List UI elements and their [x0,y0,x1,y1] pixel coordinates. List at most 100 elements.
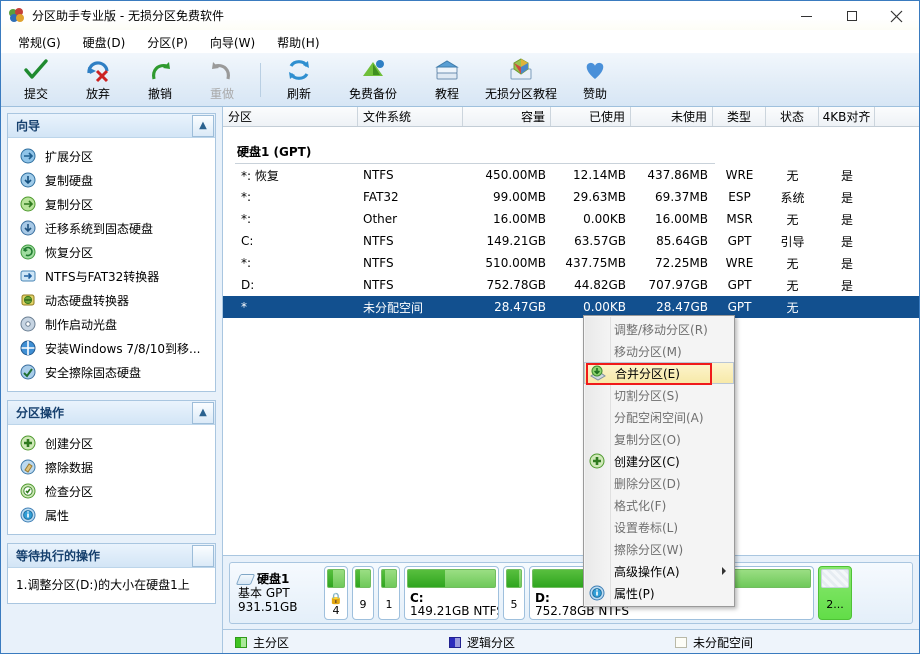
cell-type: WRE [713,168,766,182]
disk-map-partition[interactable]: 9 [352,566,374,620]
context-menu-item[interactable]: 高级操作(A) [584,560,734,582]
partition-row[interactable]: *:NTFS510.00MB437.75MB72.25MBWRE无是 [223,252,919,274]
cell-fs: 未分配空间 [358,299,463,316]
context-menu-item[interactable]: 创建分区(C) [584,450,734,472]
wizard-item-label: 复制分区 [45,196,93,213]
partition-row[interactable]: *:Other16.00MB0.00KB16.00MBMSR无是 [223,208,919,230]
partition-row[interactable]: C:NTFS149.21GB63.57GB85.64GBGPT引导是 [223,230,919,252]
wizard-item[interactable]: 复制硬盘 [8,168,215,192]
partition-usage-bar [355,569,371,588]
menu-help[interactable]: 帮助(H) [266,32,330,53]
title-bar: 分区助手专业版 - 无损分区免费软件 [1,1,919,31]
column-header[interactable]: 未使用 [631,107,713,126]
toolbar-button-backup[interactable]: 免费备份 [330,54,416,106]
column-header[interactable]: 已使用 [551,107,631,126]
toolbar-button-heart[interactable]: 赞助 [564,54,626,106]
tutorial-icon [434,57,460,83]
refresh-icon [286,57,312,83]
maximize-button[interactable] [829,1,874,31]
toolbar-button-check[interactable]: 提交 [5,54,67,106]
partition-caption: 🔒4 [325,590,347,619]
context-menu-item[interactable]: 属性(P) [584,582,734,604]
toolbar-button-redo: 重做 [191,54,253,106]
partition-row[interactable]: *: 恢复NTFS450.00MB12.14MB437.86MBWRE无是 [223,164,919,186]
wizard-item-label: 恢复分区 [45,244,93,261]
toolbar-button-discard[interactable]: 放弃 [67,54,129,106]
wizard-item[interactable]: 动态硬盘转换器 [8,288,215,312]
menu-partition[interactable]: 分区(P) [136,32,199,53]
lock-icon: 🔒 [329,593,343,604]
column-header[interactable]: 4KB对齐 [819,107,875,126]
migrate-os-icon [20,220,36,236]
partition-map-size: 5 [511,598,518,611]
close-button[interactable] [874,1,919,31]
operations-collapse-button[interactable]: ▲ [192,402,214,424]
wizard-item-label: 复制硬盘 [45,172,93,189]
column-header[interactable]: 分区 [223,107,358,126]
disk-map-partition[interactable]: 5 [503,566,525,620]
cell-unused: 69.37MB [631,190,713,204]
disk-map-size: 931.51GB [238,600,320,614]
operation-item[interactable]: 创建分区 [8,431,215,455]
wizard-item[interactable]: 制作启动光盘 [8,312,215,336]
operations-panel-header: 分区操作 ▲ [8,401,215,425]
cell-unused: 85.64GB [631,234,713,248]
cell-partition: * [223,300,358,314]
toolbar-button-label: 提交 [24,85,48,102]
cell-fs: NTFS [358,256,463,270]
wizard-item[interactable]: 安装Windows 7/8/10到移... [8,336,215,360]
disk-map-partition[interactable]: 2... [818,566,852,620]
wizard-item[interactable]: NTFS与FAT32转换器 [8,264,215,288]
create-partition-icon [20,435,36,451]
wizard-item[interactable]: 安全擦除固态硬盘 [8,360,215,384]
convert-fs-icon [20,268,36,284]
cell-type: GPT [713,234,766,248]
column-header[interactable]: 状态 [766,107,819,126]
legend-entry: 逻辑分区 [449,634,515,651]
partition-usage-bar [506,569,522,588]
disk-icon [236,574,255,585]
context-menu: 调整/移动分区(R)移动分区(M)合并分区(E)切割分区(S)分配空闲空间(A)… [583,315,735,607]
disk-map-partition[interactable]: 🔒4 [324,566,348,620]
toolbar-button-tutorial[interactable]: 教程 [416,54,478,106]
toolbar-button-guide[interactable]: 无损分区教程 [478,54,564,106]
toolbar-button-label: 免费备份 [349,85,397,102]
wizard-item[interactable]: 复制分区 [8,192,215,216]
partition-row[interactable]: D:NTFS752.78GB44.82GB707.97GBGPT无是 [223,274,919,296]
partition-caption: C:149.21GB NTFS [405,590,498,619]
menu-disk[interactable]: 硬盘(D) [72,32,137,53]
wizard-item-label: 动态硬盘转换器 [45,292,129,309]
operation-item-label: 擦除数据 [45,459,93,476]
partition-row[interactable]: *未分配空间28.47GB0.00KB28.47GBGPT无 [223,296,919,318]
context-menu-item[interactable]: 合并分区(E) [584,362,734,384]
operation-item[interactable]: 属性 [8,503,215,527]
wizard-item[interactable]: 扩展分区 [8,144,215,168]
minimize-button[interactable] [784,1,829,31]
partition-map-size: 9 [360,598,367,611]
partition-row[interactable]: *:FAT3299.00MB29.63MB69.37MBESP系统是 [223,186,919,208]
context-menu-item: 格式化(F) [584,494,734,516]
menu-general[interactable]: 常规(G) [7,32,72,53]
column-header[interactable]: 类型 [713,107,766,126]
disk-map-partition[interactable]: 1 [378,566,400,620]
partition-map-size: 4 [333,604,340,617]
recover-partition-icon [20,244,36,260]
pending-collapse-button[interactable]: ▲ [192,545,214,567]
operation-item[interactable]: 检查分区 [8,479,215,503]
column-header[interactable]: 文件系统 [358,107,463,126]
operations-panel-title: 分区操作 [16,404,64,421]
cell-capacity: 450.00MB [463,168,551,182]
menu-wizard[interactable]: 向导(W) [199,32,266,53]
wizard-collapse-button[interactable]: ▲ [192,115,214,137]
wizard-item[interactable]: 恢复分区 [8,240,215,264]
wizard-item[interactable]: 迁移系统到固态硬盘 [8,216,215,240]
operation-item-label: 属性 [45,507,69,524]
toolbar-button-undo[interactable]: 撤销 [129,54,191,106]
column-header[interactable]: 容量 [463,107,551,126]
toolbar-button-refresh[interactable]: 刷新 [268,54,330,106]
operation-item-label: 创建分区 [45,435,93,452]
disk-map-partition[interactable]: C:149.21GB NTFS [404,566,499,620]
context-menu-item-label: 设置卷标(L) [614,519,678,536]
operation-item[interactable]: 擦除数据 [8,455,215,479]
toolbar-button-label: 放弃 [86,85,110,102]
